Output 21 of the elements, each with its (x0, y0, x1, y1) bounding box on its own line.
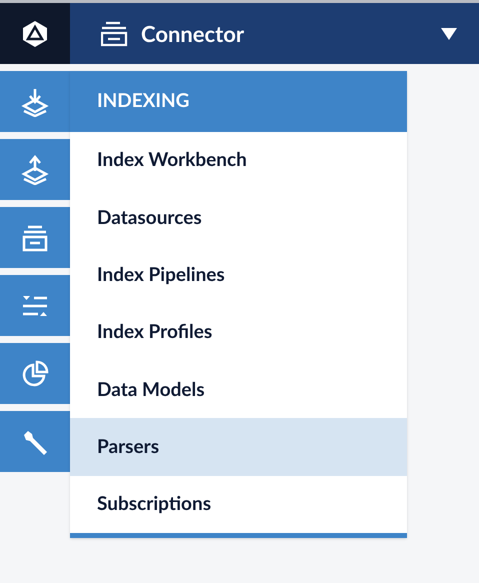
menu-heading: INDEXING (70, 71, 407, 132)
pie-chart-icon (20, 358, 50, 388)
sidebar-button[interactable] (0, 275, 70, 336)
sidebar-button[interactable] (0, 207, 70, 268)
layers-down-icon (20, 86, 50, 116)
menu-item[interactable]: Parsers (70, 418, 407, 476)
sidebar-button[interactable] (0, 411, 70, 472)
layers-up-icon (20, 154, 50, 184)
menu-item[interactable]: Datasources (70, 189, 407, 247)
menu-item[interactable]: Index Pipelines (70, 246, 407, 304)
tray-icon (101, 20, 129, 46)
sidebar-button[interactable] (0, 343, 70, 404)
menu-item[interactable]: Data Models (70, 361, 407, 418)
menu-item[interactable]: Subscriptions (70, 476, 407, 534)
logo-icon (20, 18, 50, 48)
sidebar-button[interactable] (0, 139, 70, 200)
connector-dropdown[interactable]: Connector (70, 3, 479, 64)
menu-item[interactable]: Index Workbench (70, 132, 407, 190)
menu-item[interactable]: Index Profiles (70, 304, 407, 362)
caret-icon (441, 28, 457, 40)
sidebar-button[interactable] (0, 71, 70, 132)
